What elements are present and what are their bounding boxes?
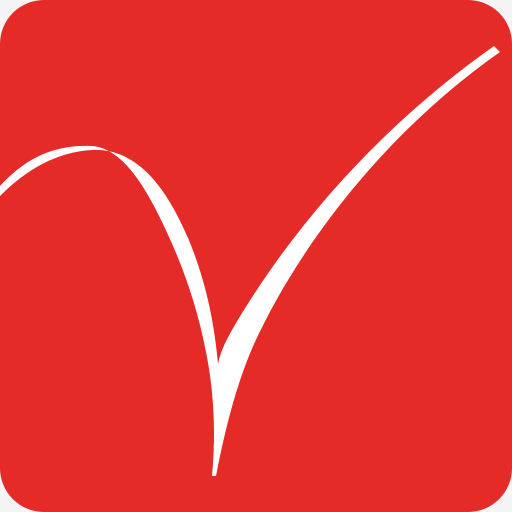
logo-stroke xyxy=(0,46,500,476)
checkmark-v-logo-icon xyxy=(0,46,500,476)
app-icon-tile[interactable] xyxy=(0,0,512,512)
